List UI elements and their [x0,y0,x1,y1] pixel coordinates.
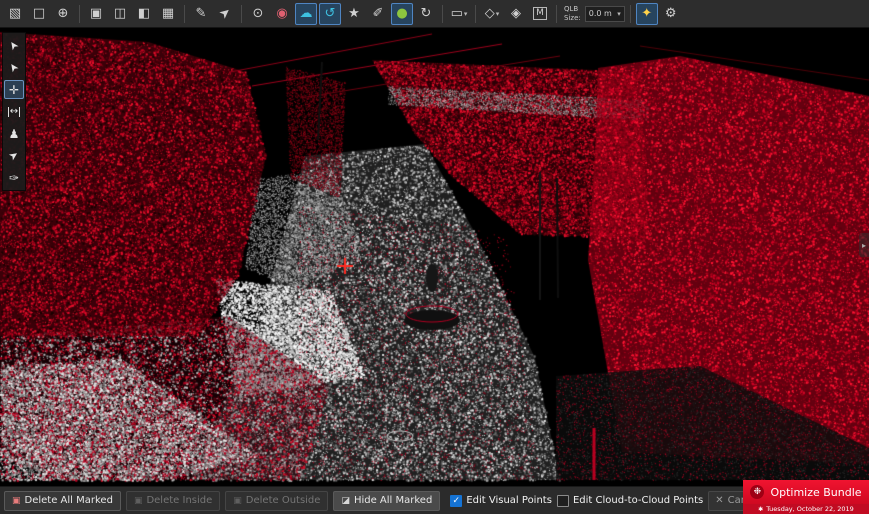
quad-view-icon[interactable]: ▦ [157,3,179,25]
date-strip: ✱ Tuesday, October 22, 2019 [743,504,869,514]
toolbar-separator [556,5,557,23]
edit-c2c-points-label: Edit Cloud-to-Cloud Points [573,495,703,506]
sync-view-icon[interactable]: ↺ [319,3,341,25]
screenshot-camera-icon[interactable]: ▣ [85,3,107,25]
pan-tool-icon[interactable]: ✛ [4,80,24,99]
hide-all-marked-label: Hide All Marked [354,495,432,506]
toolbar-separator [79,5,80,23]
point-cloud-canvas[interactable] [0,28,869,486]
location-pin-icon[interactable]: ● [391,3,413,25]
toolbar-separator [442,5,443,23]
mark-cursor-icon[interactable]: ➤ [4,58,24,77]
delete-all-marked-button[interactable]: ▣ Delete All Marked [4,491,121,511]
delete-outside-button[interactable]: ▣ Delete Outside [225,491,328,511]
globe-view-icon[interactable]: ⊙ [247,3,269,25]
top-toolbar: ▧□⊕ ▣◫◧▦ ✎➤ ⊙◉☁↺★✐●↻ ▭▾ ◇▾◈M QLBSize:0.0 m▾ ✦⚙ [0,0,869,28]
view-mode-dropdown[interactable]: ▭▾ [448,3,470,25]
delete-inside-button[interactable]: ▣ Delete Inside [126,491,220,511]
edit-visual-points-option[interactable]: Edit Visual Points [450,495,552,507]
scanner-icon[interactable]: ⚙ [660,3,682,25]
left-toolbar: ➤ ➤ ✛ ↔ ♟ ➤ ✑ [2,32,26,191]
spotlight-icon[interactable]: ✦ [636,3,658,25]
app-window: ▧□⊕▣◫◧▦✎➤⊙◉☁↺★✐●↻▭▾◇▾◈MQLBSize:0.0 m▾✦⚙ … [0,0,869,514]
pick-arrow-icon[interactable]: ➤ [214,3,236,25]
bottom-bar: ▣ Delete All Marked ▣ Delete Inside ▣ De… [0,486,869,514]
mesh-m-icon[interactable]: M [529,3,551,25]
zoom-area-icon[interactable]: ⊕ [52,3,74,25]
hide-all-marked-icon: ◪ [341,496,350,506]
optimize-bundle-label: Optimize Bundle [770,486,861,499]
delete-all-marked-label: Delete All Marked [25,495,113,506]
point-cloud-icon[interactable]: ☁ [295,3,317,25]
delete-inside-label: Delete Inside [146,495,212,506]
toolbar-separator [630,5,631,23]
rotate-view-icon[interactable]: ↻ [415,3,437,25]
draw-circle-icon[interactable]: ◉ [271,3,293,25]
measure-distance-icon[interactable]: ↔ [4,102,24,121]
layout-view-icon[interactable]: ◧ [133,3,155,25]
marker-pen-icon[interactable]: ✎ [190,3,212,25]
qlb-size-label: QLBSize: [564,5,581,23]
mark-region-icon[interactable]: ▧ [4,3,26,25]
point-cloud-viewport[interactable]: ➤ ➤ ✛ ↔ ♟ ➤ ✑ ▸ [0,28,869,486]
scan-cube-dropdown[interactable]: ◇▾ [481,3,503,25]
split-view-icon[interactable]: ◫ [109,3,131,25]
toolbar-separator [241,5,242,23]
date-label: Tuesday, October 22, 2019 [766,505,854,513]
bundle-icon: ❉ [750,485,764,499]
optimize-bundle-button[interactable]: ❉ Optimize Bundle [743,480,869,504]
optimize-bundle-area: ❉ Optimize Bundle ✱ Tuesday, October 22,… [743,480,869,514]
delete-all-marked-icon: ▣ [12,496,21,506]
delete-outside-label: Delete Outside [246,495,321,506]
panel-expand-arrow[interactable]: ▸ [859,233,869,257]
toolbar-separator [184,5,185,23]
star-icon[interactable]: ★ [343,3,365,25]
select-cursor-icon[interactable]: ➤ [4,36,24,55]
edit-visual-points-label: Edit Visual Points [466,495,552,506]
edit-visual-points-checkbox[interactable] [450,495,462,507]
hide-all-marked-button[interactable]: ◪ Hide All Marked [333,491,440,511]
cancel-icon: ✕ [715,495,723,506]
delete-inside-icon: ▣ [134,496,143,506]
cloud-link-icon[interactable]: ◈ [505,3,527,25]
annotate-pen-icon[interactable]: ✐ [367,3,389,25]
edit-c2c-points-option[interactable]: Edit Cloud-to-Cloud Points [557,495,703,507]
edit-c2c-points-checkbox[interactable] [557,495,569,507]
delete-outside-icon: ▣ [233,496,242,506]
window-select-icon[interactable]: □ [28,3,50,25]
qlb-size-dropdown[interactable]: 0.0 m▾ [585,6,625,22]
fly-navigate-icon[interactable]: ➤ [4,146,24,165]
person-view-icon[interactable]: ♟ [4,124,24,143]
snowflake-icon: ✱ [758,506,763,513]
paint-select-icon[interactable]: ✑ [4,168,24,187]
toolbar-separator [475,5,476,23]
